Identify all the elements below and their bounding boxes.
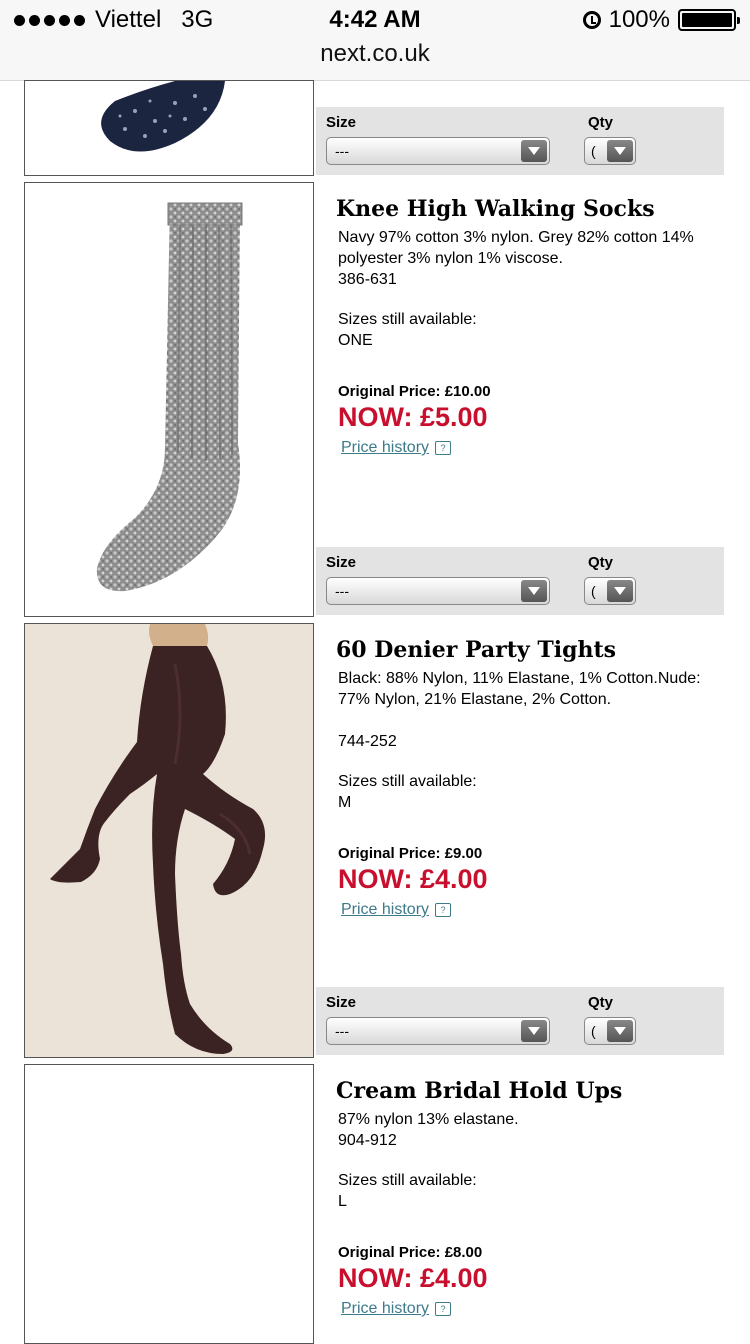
product-title[interactable]: Cream Bridal Hold Ups — [336, 1078, 622, 1104]
product-code: 386-631 — [338, 271, 397, 288]
purchase-options: Size Qty --- ( — [316, 107, 724, 175]
original-price: Original Price: £9.00 — [338, 845, 483, 862]
product-description: Black: 88% Nylon, 11% Elastane, 1% Cotto… — [338, 670, 701, 708]
product-card: Knee High Walking Socks Navy 97% cotton … — [0, 182, 750, 617]
size-select[interactable]: --- — [326, 1017, 550, 1045]
price-history-link[interactable]: Price history ? — [341, 439, 452, 457]
product-card: Size Qty --- ( — [0, 80, 750, 176]
battery-icon — [678, 9, 740, 31]
product-image[interactable] — [24, 80, 314, 176]
size-label: Size — [326, 114, 357, 131]
price-history-label: Price history — [341, 901, 430, 918]
sizes-available: M — [338, 794, 352, 811]
product-code: 744-252 — [338, 733, 397, 750]
chevron-down-icon — [607, 580, 633, 602]
product-code: 904-912 — [338, 1132, 397, 1149]
chevron-down-icon — [607, 1020, 633, 1042]
qty-label: Qty — [588, 554, 614, 571]
qty-select-value: ( — [591, 583, 596, 599]
chevron-down-icon — [521, 580, 547, 602]
size-select-value: --- — [335, 143, 349, 159]
purchase-options: Size Qty --- ( — [316, 987, 724, 1055]
product-image[interactable] — [24, 182, 314, 617]
product-card: Cream Bridal Hold Ups 87% nylon 13% elas… — [0, 1064, 750, 1344]
size-label: Size — [326, 994, 357, 1011]
sizes-label: Sizes still available: — [338, 773, 477, 790]
size-select[interactable]: --- — [326, 577, 550, 605]
purchase-options: Size Qty --- ( — [316, 547, 724, 615]
size-select-value: --- — [335, 583, 349, 599]
chevron-down-icon — [521, 1020, 547, 1042]
product-description: Navy 97% cotton 3% nylon. Grey 82% cotto… — [338, 229, 694, 267]
sizes-available: L — [338, 1193, 347, 1210]
now-price: NOW: £4.00 — [338, 1263, 488, 1293]
size-select[interactable]: --- — [326, 137, 550, 165]
price-history-link[interactable]: Price history ? — [341, 901, 452, 919]
now-price: NOW: £4.00 — [338, 864, 488, 894]
help-icon: ? — [435, 1302, 452, 1316]
product-description: 87% nylon 13% elastane. — [338, 1111, 519, 1128]
qty-select-value: ( — [591, 143, 596, 159]
chevron-down-icon — [521, 140, 547, 162]
url-bar[interactable]: next.co.uk — [0, 40, 750, 68]
price-history-label: Price history — [341, 1300, 430, 1317]
product-title[interactable]: Knee High Walking Socks — [336, 196, 655, 222]
now-price: NOW: £5.00 — [338, 402, 488, 432]
battery-percent: 100% — [608, 6, 670, 33]
sizes-label: Sizes still available: — [338, 311, 477, 328]
alarm-icon — [582, 11, 601, 29]
help-icon: ? — [435, 903, 452, 917]
price-history-label: Price history — [341, 439, 430, 456]
original-price: Original Price: £8.00 — [338, 1244, 483, 1261]
battery-info: 100% — [582, 6, 740, 34]
sizes-label: Sizes still available: — [338, 1172, 477, 1189]
sizes-available: ONE — [338, 332, 373, 349]
browser-status-bar: Viettel 3G 4:42 AM 100% next.co.uk — [0, 0, 750, 81]
product-image[interactable] — [24, 623, 314, 1058]
original-price: Original Price: £10.00 — [338, 383, 491, 400]
qty-select[interactable]: ( — [584, 1017, 636, 1045]
help-icon: ? — [435, 441, 452, 455]
chevron-down-icon — [607, 140, 633, 162]
product-image[interactable] — [24, 1064, 314, 1344]
qty-select-value: ( — [591, 1023, 596, 1039]
qty-label: Qty — [588, 114, 614, 131]
qty-select[interactable]: ( — [584, 577, 636, 605]
price-history-link[interactable]: Price history ? — [341, 1300, 452, 1318]
size-label: Size — [326, 554, 357, 571]
qty-label: Qty — [588, 994, 614, 1011]
size-select-value: --- — [335, 1023, 349, 1039]
product-card: 60 Denier Party Tights Black: 88% Nylon,… — [0, 623, 750, 1058]
qty-select[interactable]: ( — [584, 137, 636, 165]
product-title[interactable]: 60 Denier Party Tights — [336, 637, 616, 663]
